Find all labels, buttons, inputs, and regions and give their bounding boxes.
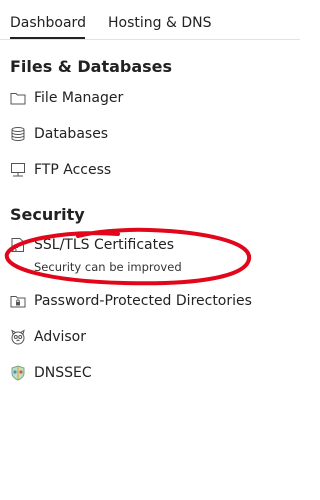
- folder-icon: [10, 90, 26, 106]
- databases-label: Databases: [34, 126, 109, 142]
- ftp-access-link[interactable]: FTP Access: [10, 158, 295, 182]
- ssl-tls-certificates-link[interactable]: SSL/TLS Certificates: [10, 233, 295, 257]
- ssl-status-text: Security can be improved: [34, 260, 182, 274]
- password-protected-directories-label: Password-Protected Directories: [34, 293, 252, 309]
- tab-bar: Dashboard Hosting & DNS: [0, 0, 300, 40]
- password-protected-directories-link[interactable]: Password-Protected Directories: [10, 289, 295, 313]
- certificate-icon: [10, 237, 26, 253]
- tab-dashboard[interactable]: Dashboard: [10, 15, 86, 31]
- database-icon: [10, 126, 26, 142]
- section-title-security: Security: [10, 205, 85, 224]
- dnssec-label: DNSSEC: [34, 365, 92, 381]
- active-tab-indicator: [10, 37, 85, 39]
- ftp-access-label: FTP Access: [34, 162, 112, 178]
- advisor-link[interactable]: Advisor: [10, 325, 295, 349]
- section-title-files-databases: Files & Databases: [10, 57, 173, 76]
- databases-link[interactable]: Databases: [10, 122, 295, 146]
- ssl-tls-certificates-label: SSL/TLS Certificates: [34, 237, 174, 253]
- ftp-icon: [10, 162, 26, 178]
- locked-folder-icon: [10, 293, 26, 309]
- hosting-panel: Dashboard Hosting & DNS Files & Database…: [0, 0, 300, 500]
- file-manager-label: File Manager: [34, 90, 124, 106]
- advisor-icon: [10, 329, 26, 345]
- tab-hosting-dns[interactable]: Hosting & DNS: [108, 15, 211, 31]
- dnssec-link[interactable]: DNSSEC: [10, 361, 295, 385]
- file-manager-link[interactable]: File Manager: [10, 86, 295, 110]
- dnssec-icon: [10, 365, 26, 381]
- advisor-label: Advisor: [34, 329, 87, 345]
